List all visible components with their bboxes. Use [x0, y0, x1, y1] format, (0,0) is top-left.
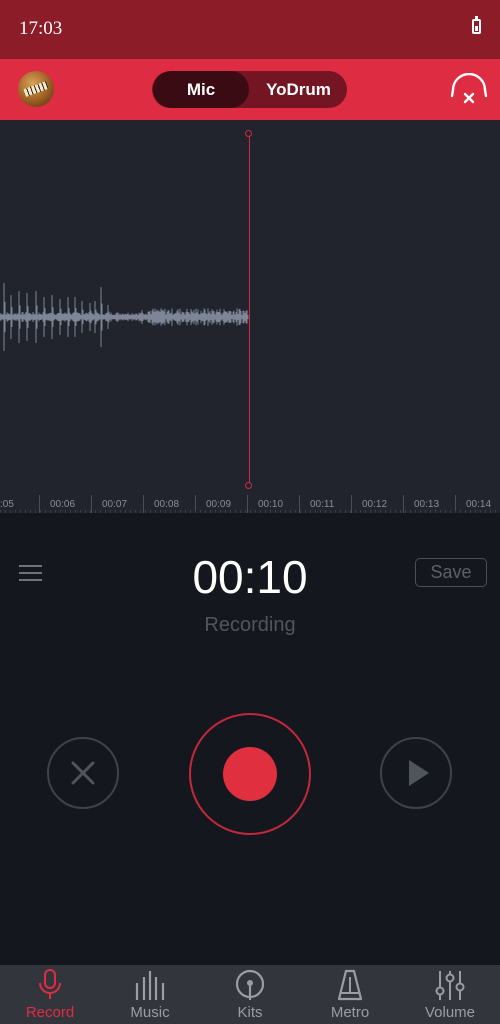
battery-icon — [472, 16, 481, 34]
ruler-tick-line — [91, 495, 92, 513]
drumstick-circle-icon — [235, 969, 265, 1000]
play-icon — [409, 760, 429, 786]
ruler-tick-label: 00:10 — [258, 499, 284, 510]
ruler-tick-label: 00:08 — [154, 499, 180, 510]
ruler-tick-label: 00:11 — [310, 499, 335, 510]
waveform — [0, 283, 249, 351]
nav-label-kits: Kits — [237, 1004, 263, 1021]
nav-label-metro: Metro — [330, 1004, 370, 1021]
ruler-tick-line — [351, 495, 352, 513]
ruler-tick-label: 00:06 — [50, 499, 76, 510]
nav-label-record: Record — [25, 1004, 75, 1021]
nav-item-music[interactable]: Music — [100, 965, 200, 1024]
discard-button[interactable] — [47, 737, 119, 809]
ruler-tick-label: 00:09 — [206, 499, 232, 510]
equalizer-bars-icon — [135, 971, 165, 1000]
ruler-tick-label: 00:13 — [414, 499, 440, 510]
nav-item-metro[interactable]: Metro — [300, 965, 400, 1024]
playhead-top-handle[interactable] — [245, 130, 252, 137]
ruler-tick-label: :05 — [0, 499, 14, 510]
disconnected-sync-icon[interactable] — [448, 73, 490, 109]
status-bar: 17:03 — [0, 0, 500, 59]
mode-mic-button[interactable]: Mic — [153, 71, 249, 108]
bottom-nav: Record Music Kits Metro Volume — [0, 965, 500, 1024]
avatar[interactable] — [18, 71, 54, 107]
nav-item-record[interactable]: Record — [0, 965, 100, 1024]
ruler-tick-label: 00:07 — [102, 499, 128, 510]
record-icon — [223, 747, 277, 801]
timeline-ruler: :05 00:06 00:07 00:08 00:09 00:10 00:11 00:12 00… — [0, 493, 500, 513]
record-button[interactable] — [189, 713, 311, 835]
nav-label-music: Music — [130, 1004, 170, 1021]
ruler-tick-line — [143, 495, 144, 513]
play-button[interactable] — [380, 737, 452, 809]
nav-item-kits[interactable]: Kits — [200, 965, 300, 1024]
playhead-bottom-handle[interactable] — [245, 482, 252, 489]
ruler-tick-label: 00:14 — [466, 499, 492, 510]
mode-yodrum-button[interactable]: YoDrum — [250, 71, 347, 108]
playhead-line[interactable] — [249, 133, 250, 486]
mode-switch: Mic YoDrum — [152, 71, 347, 108]
recording-status: Recording — [204, 614, 296, 636]
save-button[interactable]: Save — [415, 558, 487, 587]
nav-label-volume: Volume — [424, 1004, 476, 1021]
ruler-tick-line — [247, 495, 248, 513]
ruler-tick-label: 00:12 — [362, 499, 388, 510]
status-time: 17:03 — [19, 18, 63, 39]
app-bar: Mic YoDrum — [0, 59, 500, 120]
nav-item-volume[interactable]: Volume — [400, 965, 500, 1024]
mixer-sliders-icon — [435, 971, 465, 1000]
ruler-tick-line — [403, 495, 404, 513]
waveform-panel[interactable]: :05 00:06 00:07 00:08 00:09 00:10 00:11 00:12 00… — [0, 120, 500, 513]
recorder-panel: 00:10 Recording Save — [0, 513, 500, 965]
close-icon — [71, 761, 95, 785]
microphone-icon — [39, 969, 61, 999]
metronome-icon — [337, 969, 363, 1001]
